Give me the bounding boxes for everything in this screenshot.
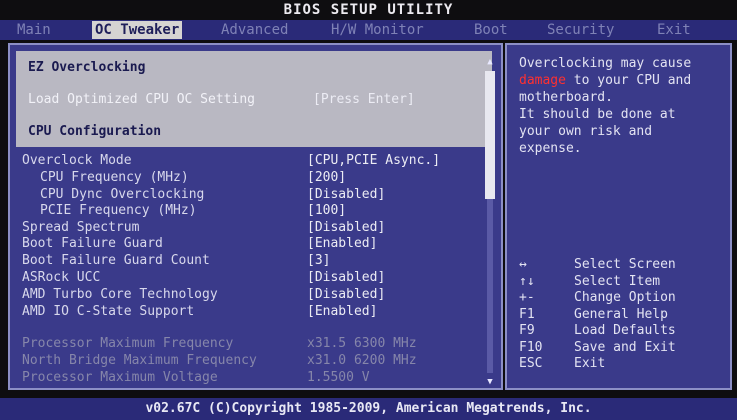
pcie-frequency-value[interactable]: [100]	[307, 202, 346, 219]
help-description: Overclocking may cause damage to your CP…	[519, 55, 727, 157]
boot-failure-guard-value[interactable]: [Enabled]	[307, 235, 377, 252]
tab-main[interactable]: Main	[14, 21, 54, 39]
help-warning-word: damage	[519, 73, 566, 88]
boot-failure-guard-count-value[interactable]: [3]	[307, 252, 330, 269]
help-line-2: damage to your CPU and	[519, 72, 727, 89]
help-line-2-rest: to your CPU and	[565, 73, 692, 88]
processor-max-frequency-value: x31.5 6300 MHz	[307, 336, 417, 351]
help-line-5: your own risk and	[519, 124, 653, 139]
cpu-dync-overclocking-label[interactable]: CPU Dync Overclocking	[40, 186, 204, 203]
north-bridge-max-frequency-label: North Bridge Maximum Frequency	[22, 353, 257, 368]
tab-oc-tweaker[interactable]: OC Tweaker	[92, 21, 183, 39]
cpu-dync-overclocking-value[interactable]: [Disabled]	[307, 186, 385, 203]
help-line-1: Overclocking may cause	[519, 56, 692, 71]
spread-spectrum-value[interactable]: [Disabled]	[307, 219, 385, 236]
settings-scrollbar[interactable]: ▲ ▼	[485, 57, 495, 387]
asrock-ucc-label[interactable]: ASRock UCC	[22, 269, 100, 286]
key-row-load-defaults: F9 Load Defaults	[519, 323, 729, 340]
tab-advanced[interactable]: Advanced	[218, 21, 291, 39]
menu-bar: Main OC Tweaker Advanced H/W Monitor Boo…	[0, 20, 737, 40]
amd-io-cstate-label[interactable]: AMD IO C-State Support	[22, 303, 194, 320]
spread-spectrum-label[interactable]: Spread Spectrum	[22, 219, 139, 236]
key-desc: Select Screen	[574, 257, 676, 272]
cpu-configuration-heading[interactable]: CPU Configuration	[28, 123, 161, 140]
key-desc: Exit	[574, 356, 606, 371]
plus-minus-icon: +-	[519, 290, 535, 305]
amd-turbo-core-label[interactable]: AMD Turbo Core Technology	[22, 286, 218, 303]
processor-max-voltage-label: Processor Maximum Voltage	[22, 370, 218, 385]
bios-title: BIOS SETUP UTILITY	[283, 2, 454, 18]
key-desc: Save and Exit	[574, 339, 676, 355]
asrock-ucc-value[interactable]: [Disabled]	[307, 269, 385, 286]
processor-max-voltage-value: 1.5500 V	[307, 370, 370, 385]
boot-failure-guard-count-label[interactable]: Boot Failure Guard Count	[22, 252, 210, 269]
key-row-save-exit: F10 Save and Exit	[519, 340, 729, 357]
cpu-configuration-box: CPU Configuration	[16, 117, 492, 147]
key-desc: General Help	[574, 306, 668, 322]
key-desc: Load Defaults	[574, 323, 676, 338]
processor-max-frequency-label: Processor Maximum Frequency	[22, 336, 234, 351]
key-row-select-item: ↑↓ Select Item	[519, 274, 729, 291]
key-f9: F9	[519, 323, 535, 338]
north-bridge-max-frequency-value: x31.0 6200 MHz	[307, 353, 417, 368]
key-desc: Select Item	[574, 273, 661, 289]
key-row-change-option: +- Change Option	[519, 290, 729, 307]
bios-screen: BIOS SETUP UTILITY Main OC Tweaker Advan…	[0, 0, 737, 420]
up-down-arrow-icon: ↑↓	[519, 273, 535, 289]
key-f1: F1	[519, 306, 535, 322]
tab-hw-monitor[interactable]: H/W Monitor	[328, 21, 427, 39]
key-row-general-help: F1 General Help	[519, 307, 729, 324]
settings-pane: EZ Overclocking Load Optimized CPU OC Se…	[8, 43, 503, 390]
amd-io-cstate-value[interactable]: [Enabled]	[307, 303, 377, 320]
tab-security[interactable]: Security	[544, 21, 617, 39]
help-pane: Overclocking may cause damage to your CP…	[505, 43, 732, 390]
overclock-mode-value[interactable]: [CPU,PCIE Async.]	[307, 152, 440, 169]
key-desc: Change Option	[574, 290, 676, 305]
pcie-frequency-label[interactable]: PCIE Frequency (MHz)	[40, 202, 197, 219]
tab-boot[interactable]: Boot	[471, 21, 511, 39]
key-f10: F10	[519, 339, 543, 355]
help-line-6: expense.	[519, 141, 582, 156]
scroll-thumb[interactable]	[485, 71, 495, 199]
load-optimized-value[interactable]: [Press Enter]	[313, 91, 415, 108]
boot-failure-guard-label[interactable]: Boot Failure Guard	[22, 235, 163, 252]
ez-overclocking-box: EZ Overclocking Load Optimized CPU OC Se…	[16, 51, 492, 117]
scroll-down-arrow-icon[interactable]: ▼	[485, 377, 495, 387]
scroll-up-arrow-icon[interactable]: ▲	[485, 57, 495, 67]
ez-overclocking-heading: EZ Overclocking	[28, 60, 146, 75]
tab-exit[interactable]: Exit	[654, 21, 694, 39]
cpu-frequency-label[interactable]: CPU Frequency (MHz)	[40, 169, 189, 186]
amd-turbo-core-value[interactable]: [Disabled]	[307, 286, 385, 303]
help-line-3: motherboard.	[519, 90, 613, 105]
left-right-arrow-icon: ↔	[519, 257, 527, 272]
key-row-exit: ESC Exit	[519, 356, 729, 373]
cpu-frequency-value[interactable]: [200]	[307, 169, 346, 186]
copyright-footer: v02.67C (C)Copyright 1985-2009, American…	[0, 398, 737, 420]
key-legend: ↔ Select Screen ↑↓ Select Item +- Change Op…	[519, 257, 729, 373]
load-optimized-cpu-oc-setting[interactable]: Load Optimized CPU OC Setting	[28, 91, 255, 108]
load-optimized-label: Load Optimized CPU OC Setting	[28, 92, 255, 107]
overclock-mode-label[interactable]: Overclock Mode	[22, 152, 132, 169]
key-esc: ESC	[519, 356, 543, 371]
help-line-4: It should be done at	[519, 107, 676, 122]
key-row-select-screen: ↔ Select Screen	[519, 257, 729, 274]
